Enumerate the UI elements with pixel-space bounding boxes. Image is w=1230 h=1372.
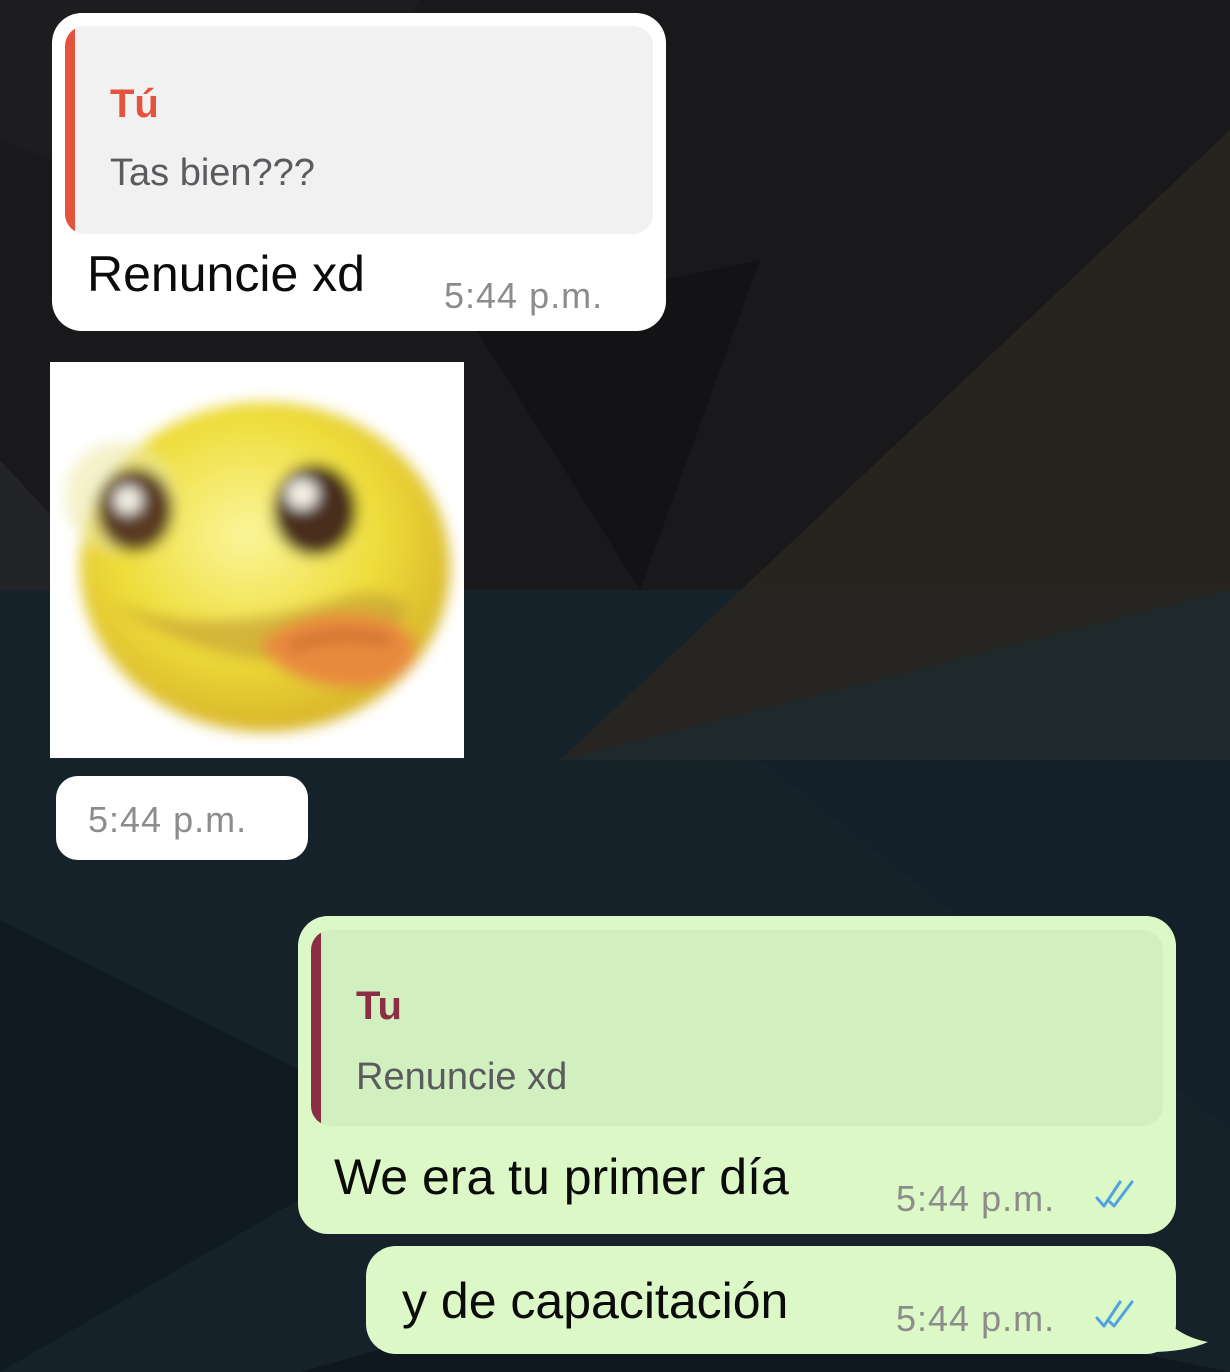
incoming-message-bubble[interactable]: Tú Tas bien??? Renuncie xd 5:44 p.m.: [52, 13, 666, 331]
drooling-face-sticker-icon: [50, 362, 464, 758]
outgoing-message-bubble[interactable]: Tu Renuncie xd We era tu primer día 5:44…: [298, 916, 1176, 1234]
double-check-read-icon: [1095, 1300, 1134, 1328]
message-time: 5:44 p.m.: [444, 275, 604, 316]
sticker-message[interactable]: [50, 362, 464, 758]
message-text: y de capacitación: [402, 1273, 789, 1329]
quote-text: Tas bien???: [110, 152, 315, 194]
quoted-message[interactable]: Tú Tas bien???: [65, 26, 653, 234]
quote-accent-bar: [311, 930, 321, 1126]
double-check-read-icon: [1095, 1180, 1134, 1208]
message-time: 5:44 p.m.: [88, 799, 248, 840]
outgoing-message-bubble[interactable]: y de capacitación 5:44 p.m.: [366, 1246, 1176, 1354]
message-text: We era tu primer día: [334, 1149, 789, 1205]
quote-author: Tú: [110, 82, 159, 126]
message-time: 5:44 p.m.: [896, 1298, 1056, 1339]
quote-author: Tu: [356, 984, 402, 1028]
message-time: 5:44 p.m.: [896, 1178, 1056, 1219]
quote-text: Renuncie xd: [356, 1056, 568, 1098]
quote-accent-bar: [65, 26, 75, 234]
quoted-message[interactable]: Tu Renuncie xd: [311, 930, 1163, 1126]
sticker-time-pill: 5:44 p.m.: [56, 776, 308, 860]
message-text: Renuncie xd: [87, 246, 365, 302]
